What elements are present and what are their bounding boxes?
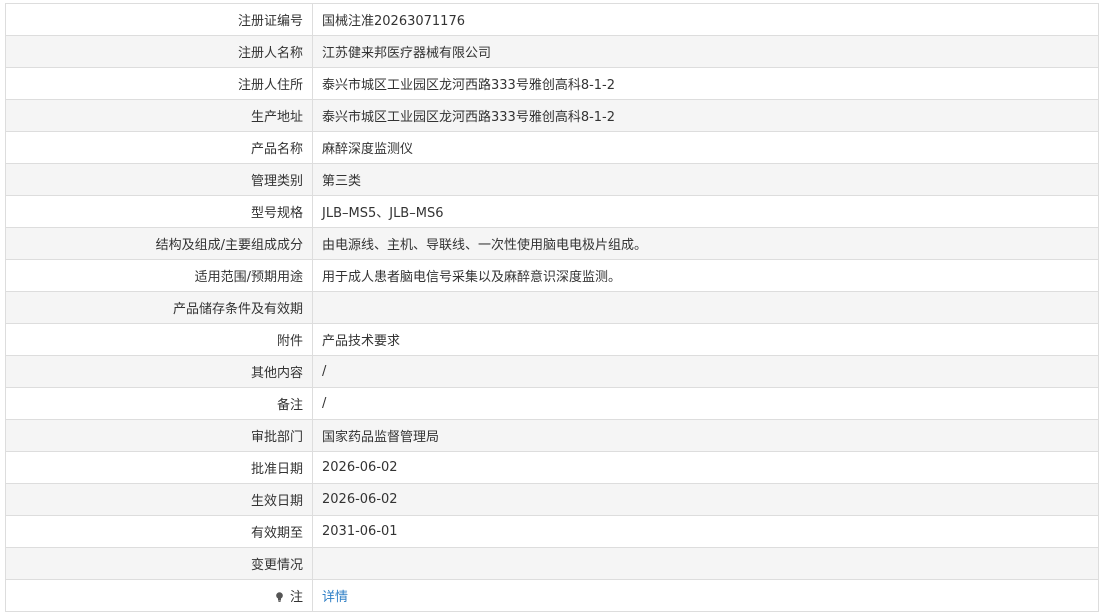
label-valid-until: 有效期至 (5, 515, 313, 548)
value-model-spec: JLB–MS5、JLB–MS6 (312, 195, 1099, 228)
label-registrant-address: 注册人住所 (5, 67, 313, 100)
value-attachment: 产品技术要求 (312, 323, 1099, 356)
table-row: 其他内容 / (5, 355, 1099, 388)
details-link[interactable]: 详情 (322, 590, 348, 605)
label-attachment: 附件 (5, 323, 313, 356)
label-effective-date: 生效日期 (5, 483, 313, 516)
label-management-category: 管理类别 (5, 163, 313, 196)
label-note: 注 (5, 579, 313, 612)
label-registrant-name: 注册人名称 (5, 35, 313, 68)
table-row: 有效期至 2031-06-01 (5, 515, 1099, 548)
value-storage-validity (312, 291, 1099, 324)
label-approval-department: 审批部门 (5, 419, 313, 452)
note-label-text: 注 (289, 590, 303, 605)
label-remarks: 备注 (5, 387, 313, 420)
table-row: 变更情况 (5, 547, 1099, 580)
table-row: 产品储存条件及有效期 (5, 291, 1099, 324)
value-other-content: / (312, 355, 1099, 388)
table-row: 型号规格 JLB–MS5、JLB–MS6 (5, 195, 1099, 228)
value-approval-date: 2026-06-02 (312, 451, 1099, 484)
lightbulb-icon (275, 590, 290, 605)
table-row: 生效日期 2026-06-02 (5, 483, 1099, 516)
value-product-name: 麻醉深度监测仪 (312, 131, 1099, 164)
table-row: 管理类别 第三类 (5, 163, 1099, 196)
label-approval-date: 批准日期 (5, 451, 313, 484)
table-row: 审批部门 国家药品监督管理局 (5, 419, 1099, 452)
table-row: 适用范围/预期用途 用于成人患者脑电信号采集以及麻醉意识深度监测。 (5, 259, 1099, 292)
table-row: 注册证编号 国械注准20263071176 (5, 3, 1099, 36)
label-other-content: 其他内容 (5, 355, 313, 388)
value-remarks: / (312, 387, 1099, 420)
value-production-address: 泰兴市城区工业园区龙河西路333号雅创高科8-1-2 (312, 99, 1099, 132)
label-intended-use: 适用范围/预期用途 (5, 259, 313, 292)
value-approval-department: 国家药品监督管理局 (312, 419, 1099, 452)
value-effective-date: 2026-06-02 (312, 483, 1099, 516)
value-intended-use: 用于成人患者脑电信号采集以及麻醉意识深度监测。 (312, 259, 1099, 292)
value-registration-number: 国械注准20263071176 (312, 3, 1099, 36)
label-production-address: 生产地址 (5, 99, 313, 132)
value-valid-until: 2031-06-01 (312, 515, 1099, 548)
value-structure-composition: 由电源线、主机、导联线、一次性使用脑电电极片组成。 (312, 227, 1099, 260)
label-model-spec: 型号规格 (5, 195, 313, 228)
label-change-history: 变更情况 (5, 547, 313, 580)
table-row: 批准日期 2026-06-02 (5, 451, 1099, 484)
label-registration-number: 注册证编号 (5, 3, 313, 36)
registration-detail-table: 注册证编号 国械注准20263071176 注册人名称 江苏健来邦医疗器械有限公… (5, 3, 1099, 612)
table-row: 注册人名称 江苏健来邦医疗器械有限公司 (5, 35, 1099, 68)
value-registrant-address: 泰兴市城区工业园区龙河西路333号雅创高科8-1-2 (312, 67, 1099, 100)
label-storage-validity: 产品储存条件及有效期 (5, 291, 313, 324)
value-management-category: 第三类 (312, 163, 1099, 196)
table-row: 附件 产品技术要求 (5, 323, 1099, 356)
value-change-history (312, 547, 1099, 580)
label-product-name: 产品名称 (5, 131, 313, 164)
value-registrant-name: 江苏健来邦医疗器械有限公司 (312, 35, 1099, 68)
table-row: 生产地址 泰兴市城区工业园区龙河西路333号雅创高科8-1-2 (5, 99, 1099, 132)
table-row: 注 详情 (5, 579, 1099, 612)
table-row: 产品名称 麻醉深度监测仪 (5, 131, 1099, 164)
table-row: 结构及组成/主要组成成分 由电源线、主机、导联线、一次性使用脑电电极片组成。 (5, 227, 1099, 260)
value-note: 详情 (312, 579, 1099, 612)
table-row: 注册人住所 泰兴市城区工业园区龙河西路333号雅创高科8-1-2 (5, 67, 1099, 100)
table-row: 备注 / (5, 387, 1099, 420)
label-structure-composition: 结构及组成/主要组成成分 (5, 227, 313, 260)
